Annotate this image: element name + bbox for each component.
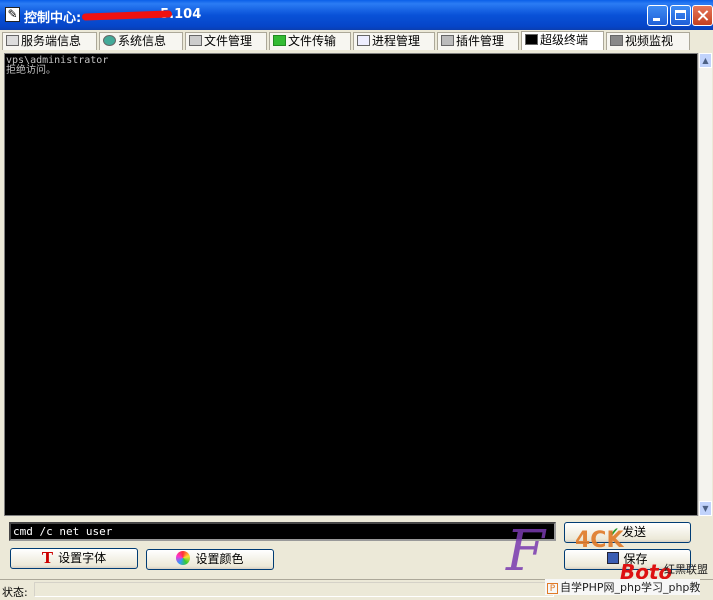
tab-process-manager[interactable]: 进程管理 bbox=[353, 32, 435, 50]
set-color-button[interactable]: 设置颜色 bbox=[146, 549, 274, 570]
tab-system-info[interactable]: 系统信息 bbox=[99, 32, 183, 50]
tab-file-transfer[interactable]: 文件传输 bbox=[269, 32, 351, 50]
watermark-site-text: P 自学PHP网_php学习_php教 bbox=[545, 579, 701, 595]
close-button[interactable] bbox=[692, 5, 713, 26]
tab-file-manager[interactable]: 文件管理 bbox=[185, 32, 267, 50]
tab-super-terminal[interactable]: 超级终端 bbox=[521, 31, 604, 50]
process-icon bbox=[357, 35, 370, 46]
tab-plugin-manager[interactable]: 插件管理 bbox=[437, 32, 519, 50]
app-pen-icon: ✎ bbox=[5, 7, 20, 22]
terminal-scrollbar[interactable]: ▲ ▼ bbox=[698, 53, 712, 516]
watermark-p-icon: P bbox=[547, 583, 558, 594]
command-input[interactable]: cmd /c net user bbox=[9, 522, 556, 541]
server-icon bbox=[6, 35, 19, 46]
status-pane bbox=[34, 582, 554, 597]
font-icon: T bbox=[41, 549, 54, 567]
watermark-number: 4CK bbox=[575, 528, 624, 553]
floppy-icon bbox=[607, 552, 620, 564]
terminal-line: 拒绝访问。 bbox=[6, 65, 56, 76]
transfer-icon bbox=[273, 35, 286, 46]
window-title: 控制中心: bbox=[24, 11, 82, 26]
tab-video-monitor[interactable]: 视频监视 bbox=[606, 32, 690, 50]
status-label: 状态: bbox=[2, 586, 28, 599]
maximize-button[interactable] bbox=[670, 5, 691, 26]
terminal-output[interactable]: vps\administrator 拒绝访问。 bbox=[4, 53, 698, 516]
scroll-down-arrow-icon[interactable]: ▼ bbox=[699, 501, 712, 516]
file-icon bbox=[189, 35, 202, 46]
globe-icon bbox=[103, 35, 116, 46]
terminal-icon bbox=[525, 34, 538, 45]
title-bar: ✎ 控制中心: 000.00.00.5.104 bbox=[0, 0, 713, 30]
palette-icon bbox=[176, 551, 191, 565]
scroll-up-arrow-icon[interactable]: ▲ bbox=[699, 53, 712, 68]
tab-bar: 服务端信息 系统信息 文件管理 文件传输 进程管理 插件管理 超级终端 视频监视 bbox=[0, 30, 713, 50]
tab-server-info[interactable]: 服务端信息 bbox=[2, 32, 97, 50]
watermark-logo: F bbox=[506, 519, 545, 584]
plugin-icon bbox=[441, 35, 454, 46]
camera-icon bbox=[610, 35, 623, 46]
terminal-line: vps\administrator bbox=[6, 55, 109, 66]
watermark-alliance: 红黑联盟 bbox=[664, 563, 708, 576]
minimize-button[interactable] bbox=[647, 5, 668, 26]
set-font-button[interactable]: T 设置字体 bbox=[10, 548, 138, 569]
